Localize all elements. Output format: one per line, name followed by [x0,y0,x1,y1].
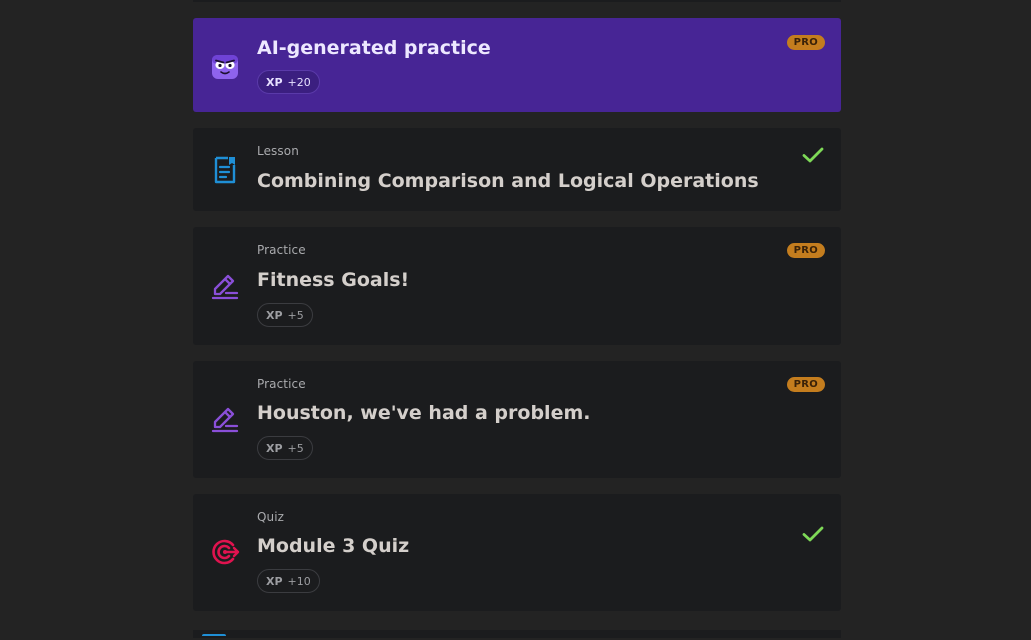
practice-pencil-icon [209,270,241,302]
xp-label: XP [266,308,283,322]
lesson-document-icon [202,634,226,640]
xp-label: XP [266,75,283,89]
item-type-label: Practice [257,243,306,257]
item-title: Module 3 Quiz [257,535,410,557]
completed-check-icon [801,143,825,167]
xp-value: +5 [287,441,304,455]
item-type-label: Quiz [257,510,285,524]
xp-badge: XP +10 [257,569,320,593]
item-title: Combining Comparison and Logical Operati… [257,170,759,192]
item-title: AI-generated practice [257,37,491,59]
practice-card[interactable]: Practice Houston, we've had a problem. X… [193,361,841,478]
pro-badge: PRO [786,243,825,258]
practice-card[interactable]: Practice Fitness Goals! XP +5 PRO [193,227,841,345]
xp-badge: XP +5 [257,303,313,327]
quiz-card[interactable]: Quiz Module 3 Quiz XP +10 [193,494,841,611]
item-type-label: Lesson [257,144,299,158]
quiz-target-icon [209,536,241,568]
xp-badge: XP +5 [257,436,313,460]
item-type-label: Practice [257,377,306,391]
previous-item-edge [193,0,841,2]
pro-badge: PRO [786,35,825,50]
lesson-card[interactable]: Lesson Combining Comparison and Logical … [193,128,841,211]
xp-label: XP [266,574,283,588]
xp-label: XP [266,441,283,455]
xp-value: +5 [287,308,304,322]
ai-robot-icon [209,50,241,82]
lesson-document-icon [209,154,241,186]
xp-value: +10 [287,574,311,588]
item-title: Houston, we've had a problem. [257,402,591,424]
ai-practice-card[interactable]: AI-generated practice XP +20 PRO [193,18,841,112]
xp-badge: XP +20 [257,70,320,94]
pro-badge: PRO [786,377,825,392]
xp-value: +20 [287,75,311,89]
practice-pencil-icon [209,403,241,435]
completed-check-icon [801,522,825,546]
item-title: Fitness Goals! [257,269,410,291]
next-item-edge [193,630,841,638]
